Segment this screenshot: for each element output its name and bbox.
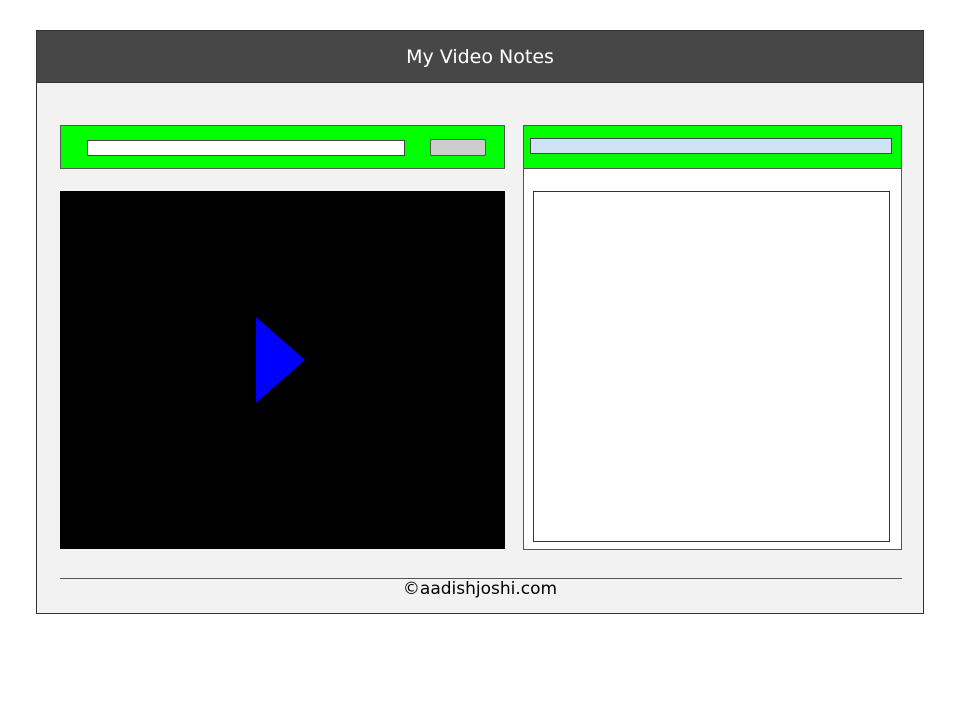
video-player[interactable] xyxy=(60,191,505,549)
page-title: My Video Notes xyxy=(406,45,554,68)
video-url-input[interactable] xyxy=(87,140,405,156)
notes-header xyxy=(524,126,901,169)
notes-panel xyxy=(523,125,902,550)
video-url-bar xyxy=(60,125,505,169)
app-window: My Video Notes ©aadishjoshi.com xyxy=(36,30,924,614)
play-icon[interactable] xyxy=(256,317,305,403)
load-video-button[interactable] xyxy=(430,139,486,156)
footer-copyright: ©aadishjoshi.com xyxy=(402,579,558,599)
notes-textarea[interactable] xyxy=(533,191,890,542)
note-title-input[interactable] xyxy=(530,138,892,154)
header-bar: My Video Notes xyxy=(37,31,923,83)
